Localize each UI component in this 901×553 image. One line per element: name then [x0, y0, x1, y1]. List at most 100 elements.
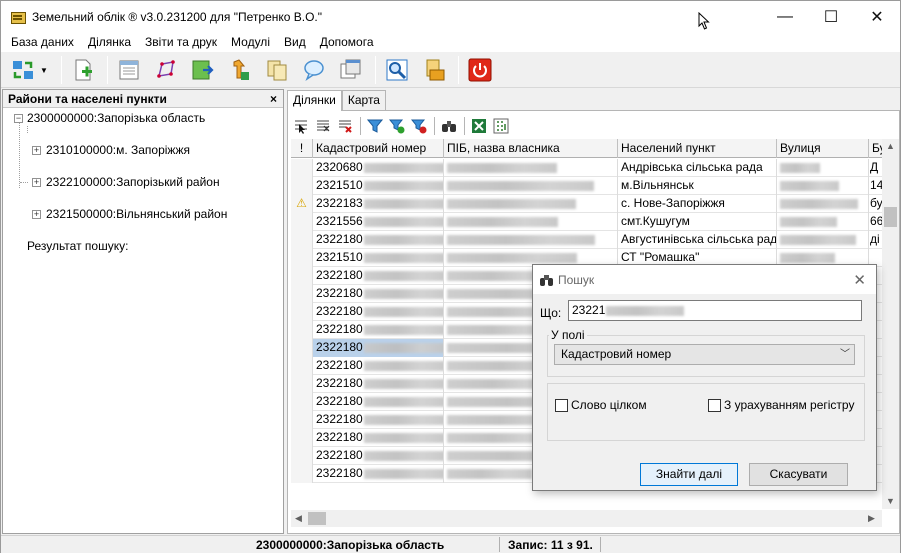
search-field-select[interactable]: Кадастровий номер ﹀	[554, 344, 855, 365]
building-cell[interactable]: 66	[869, 213, 882, 231]
owner-cell[interactable]	[444, 195, 618, 213]
document-list-icon[interactable]	[113, 55, 145, 85]
tree-node-zaporizka-oblast[interactable]: − 2300000000:Запорізька область	[3, 110, 283, 126]
tree-node-zaporizkyi-raion[interactable]: + 2322100000:Запорізький район	[3, 174, 283, 190]
owner-cell[interactable]	[444, 213, 618, 231]
settlement-cell[interactable]: Августинівська сільська рада	[618, 231, 777, 249]
tree-node-vilnianskyi-raion[interactable]: + 2321500000:Вільнянський район	[3, 206, 283, 222]
cadastral-cell[interactable]: 2321510	[313, 249, 444, 267]
building-cell[interactable]: бу	[869, 195, 882, 213]
cadastral-cell[interactable]: 2322180	[313, 231, 444, 249]
vertical-scrollbar[interactable]: ▲ ▼	[882, 139, 899, 509]
table-row[interactable]: 2320680 Андрівська сільська рада Д	[291, 159, 882, 177]
expand-toggle[interactable]: +	[32, 178, 41, 187]
minimize-button[interactable]: —	[762, 1, 808, 32]
warning-cell[interactable]	[291, 375, 313, 393]
owner-cell[interactable]	[444, 159, 618, 177]
settlement-cell[interactable]: с. Нове-Запоріжжя	[618, 195, 777, 213]
warning-cell[interactable]	[291, 303, 313, 321]
filter-remove-icon[interactable]	[410, 117, 428, 135]
close-window-button[interactable]: ✕	[854, 1, 900, 32]
find-next-button[interactable]: Знайти далі	[640, 463, 738, 486]
settlement-cell[interactable]: смт.Кушугум	[618, 213, 777, 231]
cadastral-cell[interactable]: 2322180	[313, 393, 444, 411]
cadastral-cell[interactable]: 2322180	[313, 429, 444, 447]
excel-export-icon[interactable]	[470, 117, 488, 135]
table-row[interactable]: 2321510 м.Вільнянськ 14	[291, 177, 882, 195]
power-icon[interactable]	[464, 55, 496, 85]
search-input[interactable]: 23221	[568, 300, 862, 321]
cadastral-cell[interactable]: 2322180	[313, 285, 444, 303]
delete-row-icon[interactable]	[336, 117, 354, 135]
warning-cell[interactable]	[291, 231, 313, 249]
scroll-up-icon[interactable]: ▲	[886, 141, 895, 151]
cadastral-cell[interactable]: 2322180	[313, 267, 444, 285]
cadastral-cell[interactable]: 2322183	[313, 195, 444, 213]
polygon-icon[interactable]	[150, 55, 182, 85]
cadastral-cell[interactable]: 2320680	[313, 159, 444, 177]
building-cell[interactable]: 14	[869, 177, 882, 195]
column-header-warning[interactable]: !	[291, 139, 313, 158]
expand-toggle[interactable]: +	[32, 146, 41, 155]
add-document-icon[interactable]	[67, 55, 99, 85]
horizontal-scroll-thumb[interactable]	[308, 512, 326, 525]
warning-cell[interactable]	[291, 411, 313, 429]
columns-settings-icon[interactable]	[492, 117, 510, 135]
owner-cell[interactable]	[444, 177, 618, 195]
close-dialog-icon[interactable]: ✕	[853, 271, 866, 289]
export-map-icon[interactable]	[187, 55, 219, 85]
warning-cell[interactable]	[291, 159, 313, 177]
match-case-checkbox[interactable]: З урахуванням регістру	[708, 398, 854, 412]
copy-icon[interactable]	[261, 55, 293, 85]
warning-cell[interactable]	[291, 357, 313, 375]
menu-parcel[interactable]: Ділянка	[81, 32, 138, 52]
filter-icon[interactable]	[366, 117, 384, 135]
scroll-down-icon[interactable]: ▼	[886, 496, 895, 506]
select-row-icon[interactable]	[292, 117, 310, 135]
menu-modules[interactable]: Модулі	[224, 32, 277, 52]
checkbox-box[interactable]	[555, 398, 568, 412]
close-panel-icon[interactable]: ×	[270, 92, 277, 106]
cadastral-cell[interactable]: 2322180	[313, 411, 444, 429]
binoculars-icon[interactable]	[440, 117, 458, 135]
building-cell[interactable]: Д	[869, 159, 882, 177]
window-icon[interactable]	[335, 55, 367, 85]
cadastral-cell[interactable]: 2322180	[313, 321, 444, 339]
table-row[interactable]: 2322180 Августинівська сільська рада ді	[291, 231, 882, 249]
menu-reports[interactable]: Звіти та друк	[138, 32, 224, 52]
horizontal-scrollbar[interactable]: ◀ ▶	[291, 510, 882, 527]
column-header-owner[interactable]: ПІБ, назва власника	[444, 139, 618, 158]
sync-dropdown-arrow-icon[interactable]: ▼	[40, 66, 50, 75]
cadastral-cell[interactable]: 2322180	[313, 339, 444, 357]
cadastral-cell[interactable]: 2322180	[313, 303, 444, 321]
cadastral-cell[interactable]: 2321556	[313, 213, 444, 231]
tab-map[interactable]: Карта	[341, 90, 386, 110]
street-cell[interactable]	[777, 159, 869, 177]
zoom-icon[interactable]	[381, 55, 413, 85]
cancel-button[interactable]: Скасувати	[749, 463, 848, 486]
warning-cell[interactable]	[291, 447, 313, 465]
maximize-button[interactable]: ☐	[808, 1, 854, 32]
cadastral-cell[interactable]: 2322180	[313, 465, 444, 483]
warning-cell[interactable]	[291, 465, 313, 483]
owner-cell[interactable]	[444, 231, 618, 249]
warning-cell[interactable]	[291, 429, 313, 447]
expand-toggle[interactable]: +	[32, 210, 41, 219]
cadastral-cell[interactable]: 2322180	[313, 357, 444, 375]
building-cell[interactable]: ді	[869, 231, 882, 249]
tree-node-zaporizhzhia-city[interactable]: + 2310100000:м. Запоріжжя	[3, 142, 283, 158]
scroll-right-icon[interactable]: ▶	[868, 513, 875, 524]
menu-help[interactable]: Допомога	[313, 32, 381, 52]
warning-cell[interactable]	[291, 249, 313, 267]
warning-cell[interactable]	[291, 177, 313, 195]
print-icon[interactable]	[418, 55, 450, 85]
cadastral-cell[interactable]: 2322180	[313, 447, 444, 465]
warning-cell[interactable]	[291, 285, 313, 303]
collapse-toggle[interactable]: −	[14, 114, 23, 123]
street-cell[interactable]	[777, 177, 869, 195]
checkbox-box[interactable]	[708, 398, 721, 412]
menu-view[interactable]: Вид	[277, 32, 313, 52]
cadastral-cell[interactable]: 2321510	[313, 177, 444, 195]
sync-icon[interactable]	[7, 55, 39, 85]
table-row[interactable]: 2321556 смт.Кушугум 66	[291, 213, 882, 231]
